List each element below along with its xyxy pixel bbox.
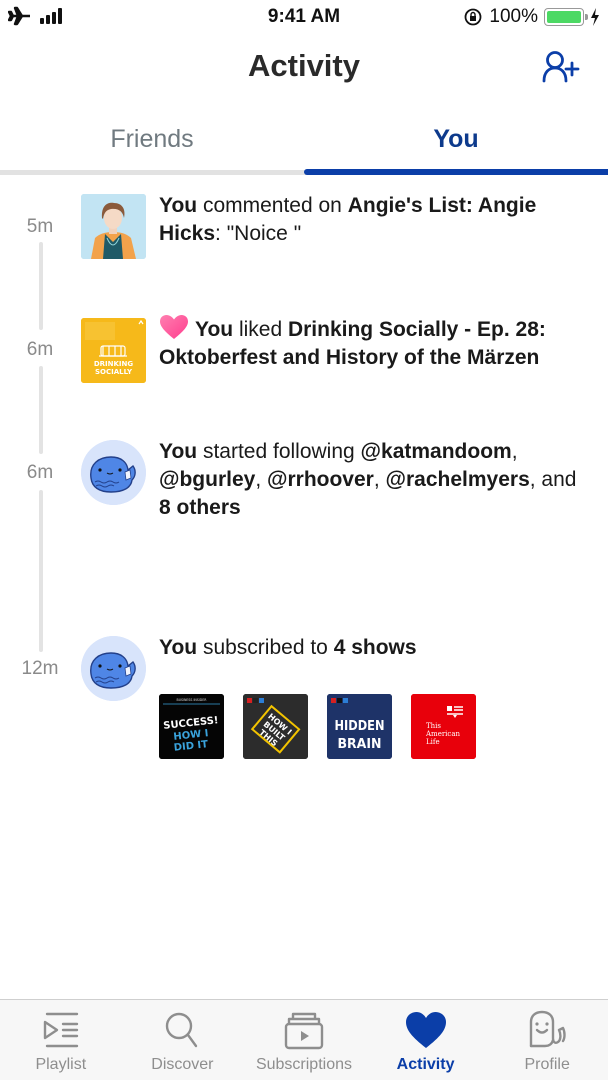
activity-description: You liked Drinking Socially - Ep. 28: Ok…	[159, 314, 579, 372]
page-title: Activity	[248, 48, 360, 83]
bottom-tab-bar: Playlist Discover Subscriptions Activity	[0, 999, 608, 1080]
show-title-line: Life	[426, 738, 440, 746]
actor-name: You	[195, 318, 234, 341]
show-this-american-life[interactable]: This American Life	[411, 694, 476, 759]
timeline-connector	[39, 490, 43, 652]
show-title-line: This	[426, 722, 441, 730]
heart-icon	[405, 1012, 446, 1048]
show-publisher: BUSINESS INSIDER	[177, 698, 208, 702]
show-title-line: HIDDEN	[335, 719, 385, 734]
show-title-line: BRAIN	[338, 737, 382, 752]
show-how-i-built-this[interactable]: HOW I BUILT THIS	[243, 694, 308, 759]
timeline-connector	[39, 242, 43, 330]
actor-name: You	[159, 440, 198, 463]
others-link[interactable]: 8 others	[159, 496, 241, 519]
artwork-title: DRINKING	[94, 360, 134, 368]
separator: , and	[529, 468, 577, 491]
timeline-connector	[39, 366, 43, 454]
actor-name: You	[159, 194, 198, 217]
tab-you[interactable]: You	[304, 110, 608, 170]
user-link[interactable]: @rachelmyers	[386, 468, 530, 491]
angie-hicks-avatar[interactable]	[81, 194, 146, 259]
user-link[interactable]: @katmandoom	[361, 440, 512, 463]
tab-friends[interactable]: Friends	[0, 110, 304, 170]
orientation-lock-icon	[464, 8, 482, 26]
actor-name: You	[159, 636, 198, 659]
activity-description: You started following @katmandoom, @bgur…	[159, 438, 579, 522]
tabbar-label: Profile	[524, 1056, 570, 1073]
tabbar-item-profile[interactable]: Profile	[486, 1000, 608, 1080]
user-link[interactable]: @rrhoover	[267, 468, 374, 491]
tabbar-item-discover[interactable]: Discover	[122, 1000, 244, 1080]
separator: ,	[255, 468, 267, 491]
tabbar-item-activity[interactable]: Activity	[365, 1000, 487, 1080]
shows-count: 4 shows	[333, 636, 417, 659]
timestamp: 12m	[21, 658, 59, 679]
search-icon	[166, 1012, 198, 1048]
timestamp: 5m	[26, 216, 54, 237]
charging-bolt-icon	[591, 8, 599, 26]
battery-percent: 100%	[489, 6, 538, 27]
nav-header: Activity	[0, 40, 608, 96]
action-text: started following	[197, 440, 361, 463]
timestamp: 6m	[26, 462, 54, 483]
profile-icon	[529, 1010, 566, 1048]
separator: ,	[511, 440, 518, 463]
tabbar-label: Playlist	[35, 1056, 87, 1073]
show-title-line: American	[425, 730, 461, 738]
battery-icon	[544, 8, 588, 26]
segment-tabs: Friends You	[0, 110, 608, 176]
svg-text:SOCIALLY: SOCIALLY	[95, 368, 133, 376]
status-bar: 9:41 AM 100%	[0, 0, 608, 34]
show-hidden-brain[interactable]: HIDDEN BRAIN	[327, 694, 392, 759]
subscribed-shows: BUSINESS INSIDER SUCCESS! HOW I DID IT H…	[159, 694, 476, 759]
playlist-icon	[43, 1012, 78, 1048]
timestamp: 6m	[26, 339, 54, 360]
tab-active-indicator	[304, 169, 608, 175]
whale-avatar[interactable]	[81, 636, 146, 701]
subscriptions-icon	[284, 1012, 324, 1050]
tabbar-label: Subscriptions	[255, 1056, 352, 1073]
person-add-icon	[542, 51, 580, 83]
show-success-how-i-did-it[interactable]: BUSINESS INSIDER SUCCESS! HOW I DID IT	[159, 694, 224, 759]
whale-avatar[interactable]	[81, 440, 146, 505]
add-friend-button[interactable]	[542, 50, 582, 84]
activity-description: You subscribed to 4 shows	[159, 634, 579, 662]
activity-description: You commented on Angie's List: Angie Hic…	[159, 192, 579, 248]
action-text: commented on	[197, 194, 348, 217]
tabbar-item-playlist[interactable]: Playlist	[0, 1000, 122, 1080]
heart-icon	[160, 315, 188, 339]
separator: ,	[373, 468, 386, 491]
tabbar-label: Discover	[151, 1056, 214, 1073]
tabbar-label: Activity	[396, 1056, 455, 1073]
comment-text: : "Noice "	[215, 222, 302, 245]
tabbar-item-subscriptions[interactable]: Subscriptions	[243, 1000, 365, 1080]
action-text: subscribed to	[197, 636, 334, 659]
action-text: liked	[233, 318, 288, 341]
user-link[interactable]: @bgurley	[159, 468, 255, 491]
drinking-socially-artwork[interactable]: DRINKING SOCIALLY	[81, 318, 146, 383]
